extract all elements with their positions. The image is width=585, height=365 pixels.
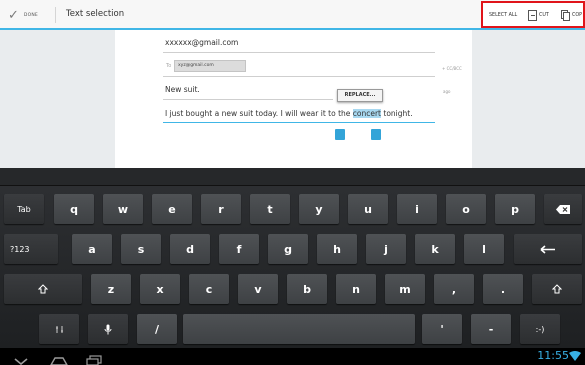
key-o[interactable]: o xyxy=(446,194,486,224)
from-underline xyxy=(163,52,435,53)
action-bar-divider xyxy=(55,7,56,23)
wifi-icon xyxy=(569,351,581,364)
settings-icon xyxy=(55,325,63,333)
home-icon[interactable] xyxy=(50,351,68,365)
system-navigation-bar: 11:55 xyxy=(0,348,585,365)
body-underline xyxy=(163,122,435,123)
key-r[interactable]: r xyxy=(201,194,241,224)
key-hyphen[interactable]: - xyxy=(471,314,511,344)
selected-text[interactable]: concert xyxy=(352,109,381,118)
shift-icon xyxy=(552,284,562,294)
selection-start-handle[interactable] xyxy=(335,129,345,140)
check-icon: ✓ xyxy=(8,7,19,23)
key-slash[interactable]: / xyxy=(137,314,177,344)
to-label: To xyxy=(166,63,172,69)
key-smiley[interactable]: :-) xyxy=(520,314,560,344)
key-m[interactable]: m xyxy=(385,274,425,304)
copy-label: COP xyxy=(572,13,583,18)
done-label: DONE xyxy=(23,12,38,18)
select-all-label: SELECT ALL xyxy=(489,13,518,18)
key-g[interactable]: g xyxy=(268,234,308,264)
copy-icon xyxy=(561,10,570,21)
key-apostrophe[interactable]: ' xyxy=(422,314,462,344)
selection-actions-highlight: SELECT ALL CUT COP xyxy=(481,1,585,28)
body-field[interactable]: I just bought a new suit today. I will w… xyxy=(165,109,413,118)
key-j[interactable]: j xyxy=(366,234,406,264)
cc-bcc-button[interactable]: + CC/BCC xyxy=(442,66,462,71)
key-a[interactable]: a xyxy=(72,234,112,264)
screen: ✓ DONE Text selection SELECT ALL CUT COP… xyxy=(0,0,585,365)
backspace-icon xyxy=(556,204,570,214)
key-i[interactable]: i xyxy=(397,194,437,224)
key-settings[interactable] xyxy=(39,314,79,344)
key-w[interactable]: w xyxy=(103,194,143,224)
side-label: ago xyxy=(443,89,451,94)
key-q[interactable]: q xyxy=(54,194,94,224)
key-shift-left[interactable] xyxy=(4,274,82,304)
on-screen-keyboard: Tab q w e r t y u i o p ?123 a s d f g h… xyxy=(0,168,585,348)
key-voice[interactable] xyxy=(88,314,128,344)
action-bar-title: Text selection xyxy=(66,9,125,19)
subject-underline xyxy=(163,99,333,100)
key-u[interactable]: u xyxy=(348,194,388,224)
key-d[interactable]: d xyxy=(170,234,210,264)
cut-icon xyxy=(528,10,537,21)
body-text-before: I just bought a new suit today. I will w… xyxy=(165,109,353,118)
back-icon[interactable] xyxy=(14,351,28,365)
compose-form: xxxxxx@gmail.com To xyz@gmail.com + CC/B… xyxy=(115,30,472,168)
clock: 11:55 xyxy=(537,349,569,362)
selection-end-handle[interactable] xyxy=(371,129,381,140)
keyboard-suggestion-strip xyxy=(0,168,585,186)
to-underline xyxy=(163,76,435,77)
key-p[interactable]: p xyxy=(495,194,535,224)
microphone-icon xyxy=(104,324,112,334)
recent-apps-icon[interactable] xyxy=(86,351,102,365)
key-z[interactable]: z xyxy=(91,274,131,304)
key-k[interactable]: k xyxy=(415,234,455,264)
key-comma[interactable]: , xyxy=(434,274,474,304)
cut-button[interactable]: CUT xyxy=(528,10,549,21)
key-enter[interactable] xyxy=(514,234,582,264)
key-y[interactable]: y xyxy=(299,194,339,224)
recipient-chip[interactable]: xyz@gmail.com xyxy=(174,60,246,72)
copy-button[interactable]: COP xyxy=(561,10,582,21)
key-t[interactable]: t xyxy=(250,194,290,224)
from-field[interactable]: xxxxxx@gmail.com xyxy=(165,38,238,47)
cut-label: CUT xyxy=(539,13,549,18)
key-v[interactable]: v xyxy=(238,274,278,304)
done-button[interactable]: ✓ DONE xyxy=(8,5,38,25)
shift-icon xyxy=(38,284,48,294)
key-h[interactable]: h xyxy=(317,234,357,264)
key-c[interactable]: c xyxy=(189,274,229,304)
key-backspace[interactable] xyxy=(544,194,582,224)
key-e[interactable]: e xyxy=(152,194,192,224)
key-tab[interactable]: Tab xyxy=(4,194,44,224)
key-shift-right[interactable] xyxy=(532,274,582,304)
key-symbols[interactable]: ?123 xyxy=(4,234,58,264)
key-l[interactable]: l xyxy=(464,234,504,264)
key-f[interactable]: f xyxy=(219,234,259,264)
action-bar: ✓ DONE Text selection SELECT ALL CUT COP xyxy=(0,0,585,30)
replace-popup-button[interactable]: REPLACE... xyxy=(337,89,383,102)
body-text-after: tonight. xyxy=(381,109,413,118)
key-space[interactable] xyxy=(183,314,415,344)
key-s[interactable]: s xyxy=(121,234,161,264)
subject-field[interactable]: New suit. xyxy=(165,85,200,94)
key-x[interactable]: x xyxy=(140,274,180,304)
key-n[interactable]: n xyxy=(336,274,376,304)
key-b[interactable]: b xyxy=(287,274,327,304)
select-all-button[interactable]: SELECT ALL xyxy=(489,13,517,18)
key-period[interactable]: . xyxy=(483,274,523,304)
enter-icon xyxy=(540,244,555,254)
